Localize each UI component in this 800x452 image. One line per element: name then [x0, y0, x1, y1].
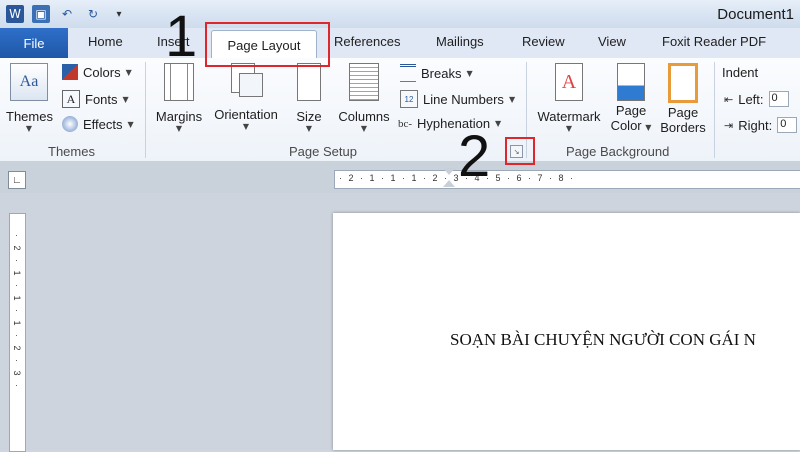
margins-label: Margins — [155, 109, 203, 124]
chevron-down-icon: ▼ — [127, 119, 134, 129]
size-label: Size — [296, 109, 322, 124]
orientation-label: Orientation — [214, 107, 278, 122]
page-color-button[interactable]: Page Color ▼ — [607, 63, 655, 133]
page-color-icon — [617, 63, 645, 101]
indent-right-row: ⇥ Right: 0 — [724, 117, 798, 133]
window-title: Document1 — [717, 6, 794, 23]
page-color-label-2: Color — [610, 118, 642, 133]
document-page[interactable]: SOẠN BÀI CHUYỆN NGƯỜI CON GÁI N — [333, 213, 800, 450]
watermark-icon: A — [555, 63, 583, 101]
annotation-number-1: 1 — [165, 4, 198, 69]
chevron-down-icon: ▼ — [242, 122, 250, 131]
indent-heading: Indent — [722, 65, 759, 80]
watermark-label: Watermark — [537, 109, 601, 124]
chevron-down-icon: ▼ — [495, 119, 502, 128]
size-button[interactable]: Size ▼ — [291, 63, 327, 133]
tab-file[interactable]: File — [0, 28, 68, 58]
chevron-down-icon: ▼ — [305, 124, 313, 133]
colors-button[interactable]: Colors ▼ — [62, 64, 132, 80]
tab-references[interactable]: References — [334, 34, 400, 49]
group-label-themes: Themes — [48, 144, 95, 159]
colors-icon — [62, 64, 78, 80]
line-numbers-label: Line Numbers — [423, 91, 504, 107]
chevron-down-icon: ▼ — [466, 68, 473, 78]
effects-icon — [62, 116, 78, 132]
columns-label: Columns — [338, 109, 390, 124]
horizontal-ruler[interactable]: · 2 · 1 · 1 · 1 · 2 · 3 · 4 · 5 · 6 · 7 … — [334, 168, 800, 190]
title-bar: W ▣ ↶ ↻ ▾ Document1 — [0, 0, 800, 29]
document-heading[interactable]: SOẠN BÀI CHUYỆN NGƯỜI CON GÁI N — [450, 330, 756, 350]
tab-mailings[interactable]: Mailings — [436, 34, 484, 49]
themes-dropdown-icon: ▼ — [25, 124, 33, 133]
line-numbers-icon: 12 — [400, 90, 418, 108]
indent-right-icon: ⇥ — [724, 118, 734, 132]
indent-left-label: Left: — [738, 91, 764, 107]
themes-icon: Aa — [10, 63, 48, 101]
fonts-icon: A — [62, 90, 80, 108]
line-numbers-button[interactable]: 12 Line Numbers ▼ — [400, 90, 515, 108]
annotation-number-2: 2 — [458, 124, 491, 189]
redo-icon[interactable]: ↻ — [84, 5, 102, 23]
chevron-down-icon: ▼ — [508, 94, 516, 104]
group-label-page-setup: Page Setup — [289, 144, 357, 159]
colors-label: Colors — [83, 64, 121, 80]
effects-label: Effects — [83, 116, 123, 132]
chevron-down-icon: ▼ — [125, 67, 132, 77]
effects-button[interactable]: Effects ▼ — [62, 116, 134, 132]
chevron-down-icon: ▼ — [360, 124, 368, 133]
customize-qat-icon[interactable]: ▾ — [110, 5, 128, 23]
orientation-button[interactable]: Orientation ▼ — [208, 63, 284, 131]
chevron-down-icon: ▼ — [122, 94, 129, 104]
indent-right-label: Right: — [738, 117, 773, 133]
fonts-label: Fonts — [85, 91, 118, 107]
indent-left-row: ⇤ Left: 0 — [724, 91, 789, 107]
themes-button[interactable]: Aa Themes ▼ — [6, 63, 53, 133]
tab-view[interactable]: View — [598, 34, 626, 49]
ribbon-tabs: File Home Insert Page Layout References … — [0, 28, 800, 60]
annotation-highlight-page-layout — [205, 22, 330, 67]
chevron-down-icon: ▼ — [565, 124, 573, 133]
indent-right-input[interactable]: 0 — [777, 117, 798, 133]
group-label-page-background: Page Background — [566, 144, 670, 159]
chevron-down-icon: ▼ — [645, 123, 652, 132]
tab-foxit-reader-pdf[interactable]: Foxit Reader PDF — [662, 34, 766, 49]
orientation-icon — [231, 63, 263, 99]
watermark-button[interactable]: A Watermark ▼ — [534, 63, 604, 133]
tab-selector-icon[interactable]: ∟ — [8, 171, 26, 189]
page-borders-label-1: Page — [667, 105, 699, 120]
indent-left-icon: ⇤ — [724, 92, 734, 106]
columns-button[interactable]: Columns ▼ — [334, 63, 394, 133]
vertical-ruler-marks: · 2 · 1 · 1 · 1 · 2 · 3 · — [12, 234, 22, 391]
group-separator — [145, 62, 146, 158]
margins-button[interactable]: Margins ▼ — [152, 63, 206, 133]
tab-review[interactable]: Review — [522, 34, 565, 49]
page-borders-button[interactable]: Page Borders — [656, 63, 710, 135]
page-borders-icon — [668, 63, 698, 103]
group-separator — [714, 62, 715, 158]
hyphenation-icon: bc‑ — [398, 117, 413, 130]
save-icon[interactable]: ▣ — [32, 5, 50, 23]
quick-access-toolbar: W ▣ ↶ ↻ ▾ — [6, 4, 128, 24]
breaks-label: Breaks — [421, 65, 462, 81]
themes-label: Themes — [6, 109, 53, 124]
chevron-down-icon: ▼ — [175, 124, 183, 133]
indent-left-input[interactable]: 0 — [768, 91, 789, 107]
tab-home[interactable]: Home — [88, 34, 123, 49]
indent-marker-icon[interactable] — [443, 168, 455, 190]
vertical-ruler[interactable]: · 2 · 1 · 1 · 1 · 2 · 3 · — [9, 213, 26, 452]
columns-icon — [349, 63, 379, 101]
breaks-button[interactable]: Breaks ▼ — [400, 64, 473, 82]
fonts-button[interactable]: A Fonts ▼ — [62, 90, 129, 108]
ribbon: Aa Themes ▼ Colors ▼ A Fonts ▼ Effects ▼… — [0, 58, 800, 162]
undo-icon[interactable]: ↶ — [58, 5, 76, 23]
page-borders-label-2: Borders — [660, 120, 706, 135]
annotation-highlight-dialog-launcher — [505, 137, 535, 165]
word-app-icon[interactable]: W — [6, 5, 24, 23]
breaks-icon — [400, 64, 416, 82]
size-icon — [297, 63, 321, 101]
page-color-label-1: Page — [615, 103, 647, 118]
page-color-label-2-row: Color ▼ — [607, 118, 655, 133]
